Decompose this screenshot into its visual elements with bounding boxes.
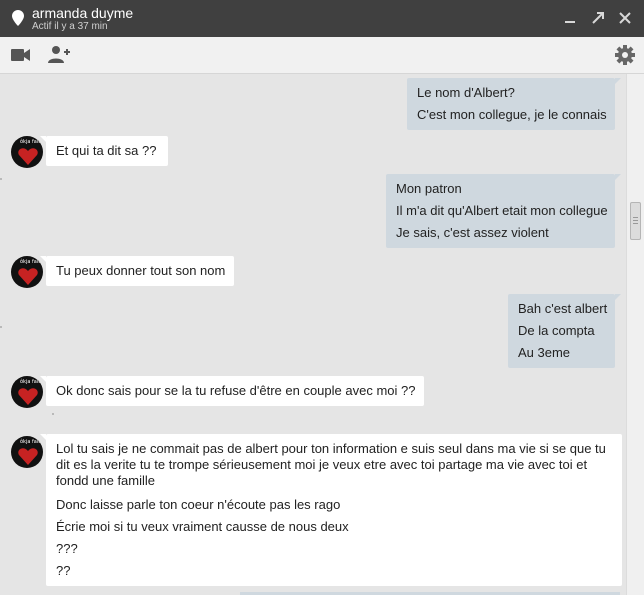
contact-name[interactable]: armanda duyme (32, 5, 133, 21)
scrollbar-thumb[interactable] (630, 202, 641, 240)
contact-avatar[interactable]: ôkja fait (11, 136, 43, 168)
add-person-icon[interactable] (47, 44, 71, 66)
message-text: Je sais, c'est assez violent (396, 225, 549, 240)
message-text: Tu peux donner tout son nom (56, 263, 226, 278)
message-text: Lol tu sais je ne commait pas de albert … (56, 441, 606, 488)
contact-status: Actif il y a 37 min (32, 21, 108, 32)
message-text: Bah c'est albert (518, 301, 608, 316)
message-incoming[interactable]: Ok donc sais pour se la tu refuse d'être… (40, 376, 424, 406)
chat-toolbar (0, 37, 644, 74)
heart-icon (18, 268, 38, 285)
message-outgoing[interactable]: Bah c'est albert De la compta Au 3eme (508, 294, 621, 368)
message-text: De la compta (518, 323, 595, 338)
chat-scrollbar[interactable] (626, 74, 644, 595)
chat-window-titlebar[interactable]: armanda duyme Actif il y a 37 min (0, 0, 644, 37)
message-text: Écrie moi si tu veux vraiment causse de … (56, 519, 349, 534)
video-camera-icon[interactable] (9, 44, 33, 66)
message-list[interactable]: Le nom d'Albert? C'est mon collegue, je … (0, 74, 626, 595)
message-incoming[interactable]: Et qui ta dit sa ?? (40, 136, 168, 166)
contact-avatar[interactable]: ôkja fait (11, 256, 43, 288)
message-text: ?? (56, 563, 71, 578)
close-icon[interactable] (616, 9, 634, 27)
message-text: Donc laisse parle ton coeur n'écoute pas… (56, 497, 341, 512)
message-text: Il m'a dit qu'Albert etait mon collegue (396, 203, 608, 218)
message-text: Ok donc sais pour se la tu refuse d'être… (56, 383, 416, 398)
message-text: Au 3eme (518, 345, 571, 360)
message-incoming[interactable]: Lol tu sais je ne commait pas de albert … (40, 434, 622, 586)
location-pin-icon (12, 10, 24, 26)
message-incoming[interactable]: Tu peux donner tout son nom (40, 256, 234, 286)
message-text: Le nom d'Albert? (417, 85, 515, 100)
message-text: ??? (56, 541, 78, 556)
message-outgoing[interactable]: Mon patron Il m'a dit qu'Albert etait mo… (386, 174, 621, 248)
message-text: Mon patron (396, 181, 462, 196)
heart-icon (18, 388, 38, 405)
contact-avatar[interactable]: ôkja fait (11, 436, 43, 468)
message-text: C'est mon collegue, je le connais (417, 107, 607, 122)
contact-avatar[interactable]: ôkja fait (11, 376, 43, 408)
heart-icon (18, 148, 38, 165)
minimize-icon[interactable] (561, 9, 579, 27)
gear-icon[interactable] (613, 44, 637, 66)
heart-icon (18, 448, 38, 465)
popout-icon[interactable] (589, 9, 607, 27)
message-text: Et qui ta dit sa ?? (56, 143, 157, 158)
message-outgoing[interactable]: Le nom d'Albert? C'est mon collegue, je … (407, 78, 621, 130)
